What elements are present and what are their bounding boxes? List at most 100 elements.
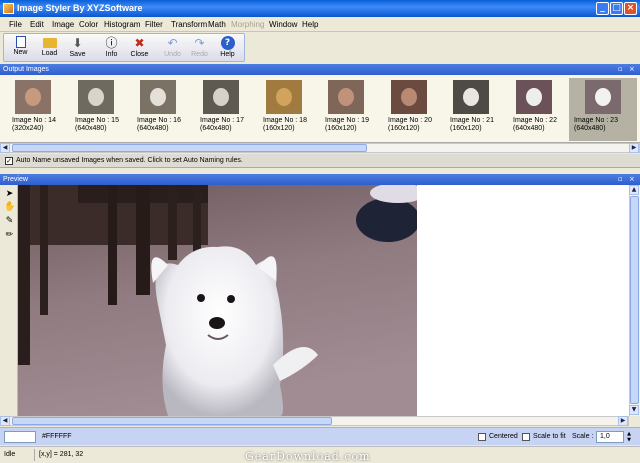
thumbnail-item[interactable]: Image No : 22 (640x480)	[504, 78, 564, 141]
thumbnail-size: (640x480)	[75, 125, 107, 132]
save-button[interactable]: ⬇ Save	[65, 34, 90, 62]
close-panel-icon[interactable]: ×	[629, 174, 635, 185]
scroll-left-icon[interactable]: ◀	[0, 416, 10, 426]
close-window-button[interactable]: ×	[624, 2, 637, 15]
scroll-thumb[interactable]	[12, 144, 367, 152]
close-panel-icon[interactable]: ×	[629, 64, 635, 75]
output-panel-title: Output Images	[3, 66, 49, 73]
menu-edit[interactable]: Edit	[30, 20, 44, 29]
load-button[interactable]: Load	[37, 34, 62, 62]
color-bar: #FFFFFF Centered Scale to fit Scale : 1,…	[0, 427, 640, 445]
scroll-up-icon[interactable]: ▲	[629, 185, 639, 195]
autoname-link[interactable]: Auto Name unsaved Images when saved. Cli…	[16, 157, 243, 164]
thumbnail-item[interactable]: Image No : 19 (160x120)	[316, 78, 376, 141]
thumbnail-size: (640x480)	[137, 125, 169, 132]
menu-filter[interactable]: Filter	[145, 20, 163, 29]
preview-canvas[interactable]	[18, 185, 629, 416]
status-state: Idle	[4, 451, 16, 458]
scroll-left-icon[interactable]: ◀	[0, 143, 10, 153]
menu-image[interactable]: Image	[52, 20, 74, 29]
thumbnail-size: (160x120)	[388, 125, 420, 132]
thumbnail-title: Image No : 15	[75, 117, 119, 124]
help-button-label: Help	[220, 51, 235, 58]
thumbnail-image	[391, 80, 427, 114]
thumbnail-size: (640x480)	[574, 125, 606, 132]
thumbnail-item[interactable]: Image No : 18 (160x120)	[254, 78, 314, 141]
thumbnail-item[interactable]: Image No : 20 (160x120)	[379, 78, 439, 141]
scale-value: 1,0	[600, 433, 610, 440]
scroll-down-icon[interactable]: ▼	[629, 405, 639, 415]
menu-transform[interactable]: Transform	[171, 20, 207, 29]
minimize-button[interactable]: _	[596, 2, 609, 15]
thumbnail-image	[585, 80, 621, 114]
thumbnail-title: Image No : 18	[263, 117, 307, 124]
toolbar: New Load ⬇ Save ⓘ Info ✖ Close ↶ Undo ↷ Redo …	[3, 33, 245, 62]
thumbnail-title: Image No : 14	[12, 117, 56, 124]
pin-icon[interactable]: ▫	[618, 174, 623, 185]
thumbnail-size: (320x240)	[12, 125, 44, 132]
scale-to-fit-label: Scale to fit	[533, 433, 566, 440]
scroll-right-icon[interactable]: ▶	[618, 416, 628, 426]
info-button[interactable]: ⓘ Info	[99, 34, 124, 62]
scroll-thumb[interactable]	[630, 196, 639, 404]
close-button[interactable]: ✖ Close	[127, 34, 152, 62]
thumbnail-item[interactable]: Image No : 15 (640x480)	[66, 78, 126, 141]
thumbnail-strip: Image No : 14 (320x240) Image No : 15 (6…	[0, 75, 640, 143]
centered-checkbox[interactable]	[478, 433, 486, 441]
menu-help[interactable]: Help	[302, 20, 318, 29]
undo-button-label: Undo	[164, 51, 181, 58]
new-button-label: New	[13, 49, 28, 56]
thumbnail-image	[453, 80, 489, 114]
thumbnail-item[interactable]: Image No : 21 (160x120)	[441, 78, 501, 141]
scroll-thumb[interactable]	[12, 417, 332, 425]
thumbnail-title: Image No : 17	[200, 117, 244, 124]
status-coordinates: [x,y] = 281, 32	[34, 449, 87, 461]
menu-window[interactable]: Window	[269, 20, 297, 29]
thumbnail-image	[140, 80, 176, 114]
help-button[interactable]: ? Help	[215, 34, 240, 62]
hand-icon[interactable]: ✋	[4, 202, 15, 213]
menu-file[interactable]: File	[9, 20, 22, 29]
pin-icon[interactable]: ▫	[618, 64, 623, 75]
scale-stepper[interactable]: 1,0	[596, 431, 624, 443]
menu-color[interactable]: Color	[79, 20, 98, 29]
thumbnail-item[interactable]: Image No : 17 (640x480)	[191, 78, 251, 141]
menu-histogram[interactable]: Histogram	[104, 20, 140, 29]
thumbnail-image	[15, 80, 51, 114]
thumbnail-item-selected[interactable]: Image No : 23 (640x480)	[569, 78, 637, 141]
preview-horizontal-scrollbar[interactable]: ◀ ▶	[0, 416, 629, 426]
new-button[interactable]: New	[8, 34, 33, 62]
stepper-arrows-icon[interactable]: ▲ ▼	[625, 431, 633, 443]
menu-math[interactable]: Math	[208, 20, 226, 29]
thumbnail-scrollbar[interactable]: ◀ ▶	[0, 143, 640, 153]
thumbnail-image	[328, 80, 364, 114]
window-title: Image Styler By XYZSoftware	[17, 3, 143, 13]
thumbnail-title: Image No : 16	[137, 117, 181, 124]
thumbnail-title: Image No : 19	[325, 117, 369, 124]
redo-button-label: Redo	[191, 51, 208, 58]
folder-icon	[42, 38, 57, 48]
eyedropper-icon[interactable]: ✎	[4, 216, 15, 227]
title-bar[interactable]: Image Styler By XYZSoftware _ □ ×	[0, 0, 640, 17]
output-panel-header: Output Images ▫ ×	[0, 64, 640, 75]
scroll-right-icon[interactable]: ▶	[629, 143, 639, 153]
autoname-checkbox[interactable]: ✓	[5, 157, 13, 165]
thumbnail-size: (160x120)	[325, 125, 357, 132]
pencil-icon[interactable]: ✏	[4, 230, 15, 241]
thumbnail-size: (160x120)	[450, 125, 482, 132]
maximize-button[interactable]: □	[610, 2, 623, 15]
scale-to-fit-checkbox[interactable]	[522, 433, 530, 441]
redo-button: ↷ Redo	[187, 34, 212, 62]
autoname-bar[interactable]: ✓ Auto Name unsaved Images when saved. C…	[0, 154, 640, 168]
thumbnail-image	[266, 80, 302, 114]
pointer-icon[interactable]: ➤	[4, 189, 15, 200]
thumbnail-title: Image No : 20	[388, 117, 432, 124]
color-swatch[interactable]	[4, 431, 36, 443]
thumbnail-item[interactable]: Image No : 14 (320x240)	[3, 78, 63, 141]
save-button-label: Save	[69, 51, 86, 58]
save-icon: ⬇	[72, 36, 83, 50]
dog-photo	[18, 185, 417, 416]
preview-vertical-scrollbar[interactable]: ▲ ▼	[629, 185, 640, 416]
thumbnail-item[interactable]: Image No : 16 (640x480)	[128, 78, 188, 141]
menu-bar: File Edit Image Color Histogram Filter T…	[0, 17, 640, 32]
